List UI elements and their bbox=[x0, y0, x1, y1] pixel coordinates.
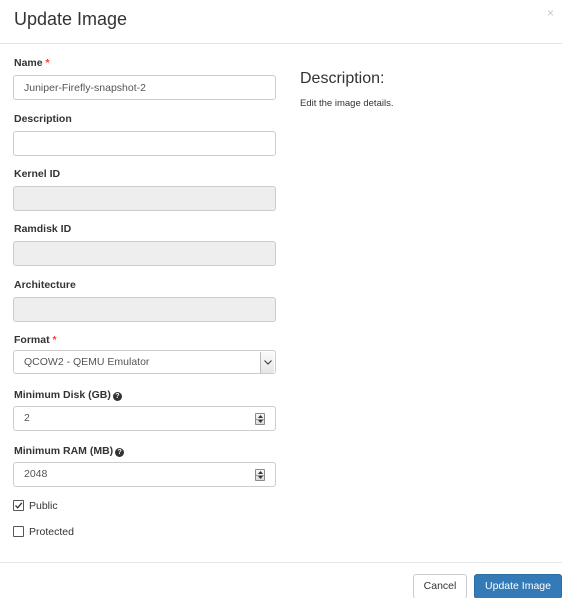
help-icon[interactable]: ? bbox=[115, 448, 125, 457]
description-text: Edit the image details. bbox=[300, 98, 394, 109]
description-input[interactable] bbox=[13, 131, 276, 156]
kernel-id-label: Kernel ID bbox=[14, 168, 61, 180]
chevron-down-icon[interactable] bbox=[260, 352, 274, 373]
format-select[interactable]: QCOW2 - QEMU Emulator bbox=[13, 350, 276, 374]
close-icon[interactable]: × bbox=[547, 6, 554, 20]
kernel-id-input bbox=[13, 186, 276, 211]
update-image-button[interactable]: Update Image bbox=[474, 574, 562, 598]
min-ram-input[interactable]: 2048 bbox=[13, 462, 276, 487]
description-heading: Description: bbox=[300, 70, 385, 87]
public-checkbox[interactable] bbox=[13, 500, 24, 511]
required-marker: * bbox=[52, 334, 57, 346]
name-label: Name * bbox=[14, 57, 50, 69]
ramdisk-id-input bbox=[13, 241, 276, 266]
architecture-input bbox=[13, 297, 276, 322]
modal-header: Update Image × bbox=[0, 0, 562, 44]
public-label[interactable]: Public bbox=[29, 500, 58, 512]
ramdisk-id-label: Ramdisk ID bbox=[14, 223, 72, 235]
spin-down-icon[interactable] bbox=[256, 474, 264, 481]
protected-label[interactable]: Protected bbox=[29, 526, 74, 538]
footer-divider bbox=[0, 562, 562, 563]
min-ram-label: Minimum RAM (MB)? bbox=[14, 445, 125, 457]
architecture-label: Architecture bbox=[14, 279, 76, 291]
name-input[interactable] bbox=[13, 75, 276, 100]
modal-title: Update Image bbox=[14, 9, 128, 29]
spin-down-icon[interactable] bbox=[256, 418, 264, 425]
number-spinner[interactable] bbox=[255, 413, 265, 425]
number-spinner[interactable] bbox=[255, 469, 265, 481]
cancel-button[interactable]: Cancel bbox=[413, 574, 467, 598]
min-disk-value: 2 bbox=[24, 412, 30, 424]
description-label: Description bbox=[14, 113, 72, 125]
format-selected-value: QCOW2 - QEMU Emulator bbox=[24, 356, 150, 368]
format-label: Format * bbox=[14, 334, 57, 346]
min-ram-value: 2048 bbox=[24, 468, 48, 480]
check-icon bbox=[15, 502, 23, 509]
required-marker: * bbox=[45, 57, 50, 69]
help-icon[interactable]: ? bbox=[112, 392, 122, 401]
min-disk-input[interactable]: 2 bbox=[13, 406, 276, 431]
min-disk-label: Minimum Disk (GB)? bbox=[14, 389, 122, 401]
protected-checkbox[interactable] bbox=[13, 526, 24, 537]
